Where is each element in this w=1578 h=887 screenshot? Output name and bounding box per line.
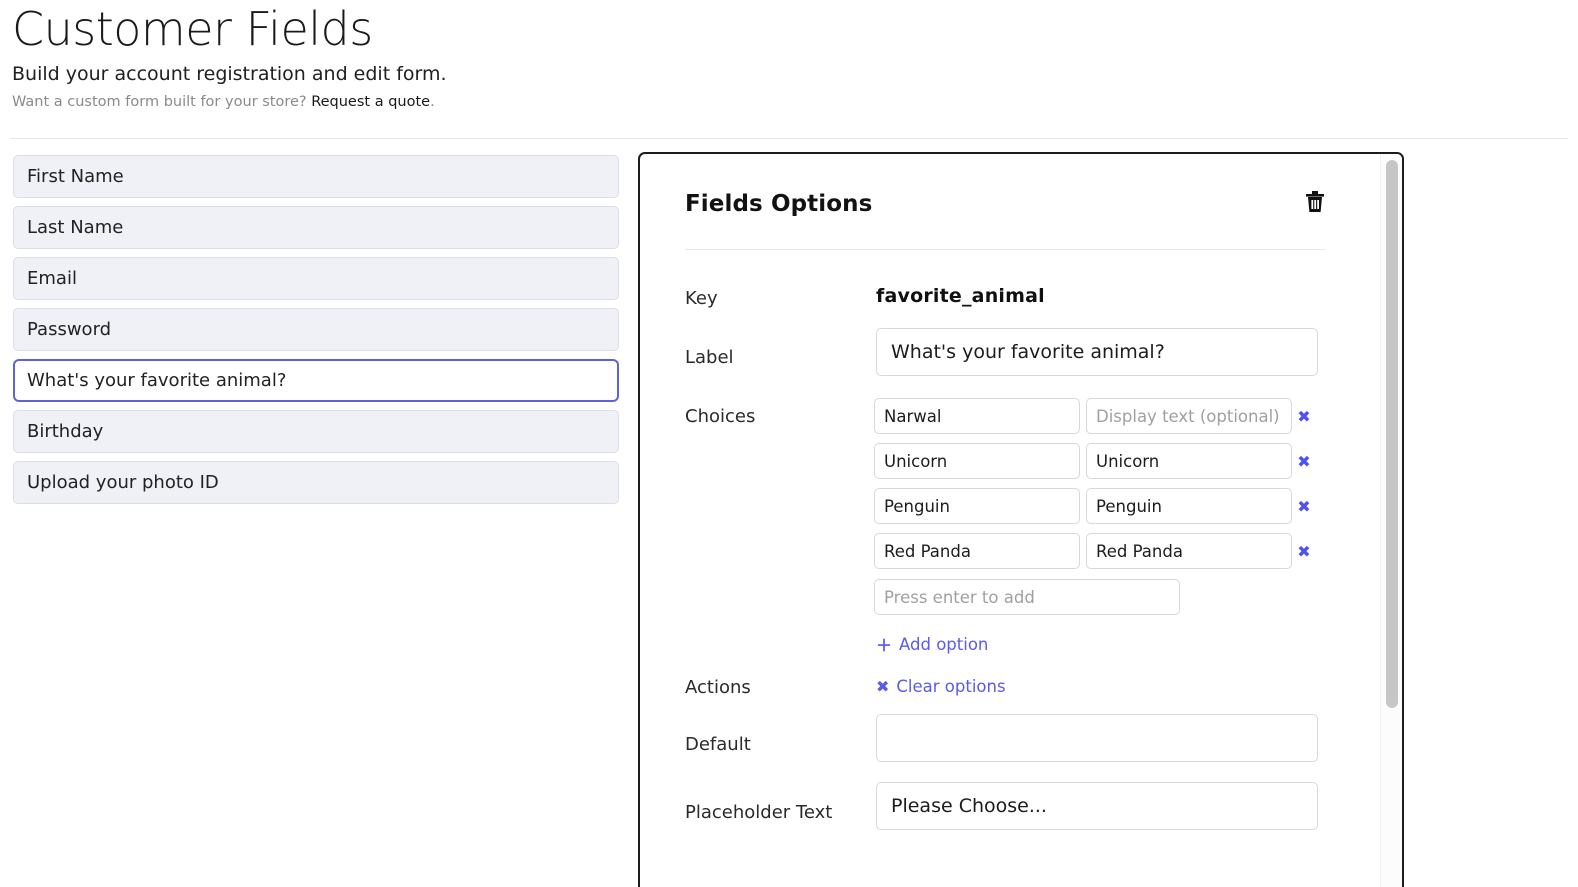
panel-scrollbar-thumb[interactable]	[1386, 160, 1398, 708]
remove-choice-button-1[interactable]: ✖	[1296, 398, 1312, 434]
panel-title: Fields Options	[685, 191, 872, 217]
fields-options-content: Fields Options Key favorite_animal	[640, 154, 1380, 887]
delete-field-button[interactable]	[1302, 190, 1328, 218]
choice-display-input-3[interactable]	[1086, 488, 1292, 524]
add-option-label: Add option	[899, 635, 988, 654]
page-note-suffix: .	[430, 94, 435, 110]
choice-value-input-1[interactable]	[874, 398, 1080, 434]
add-option-button[interactable]: ＋ Add option	[876, 632, 988, 656]
remove-choice-button-3[interactable]: ✖	[1296, 488, 1312, 524]
actions-row-label: Actions	[685, 676, 751, 700]
field-list-item-email[interactable]: Email	[13, 257, 619, 300]
field-list-item-photo-id[interactable]: Upload your photo ID	[13, 461, 619, 504]
new-choice-input[interactable]	[874, 579, 1180, 615]
choices-row-label: Choices	[685, 405, 755, 429]
field-list-item-password[interactable]: Password	[13, 308, 619, 351]
placeholder-row-label: Placeholder Text	[685, 801, 832, 825]
clear-options-button[interactable]: ✖ Clear options	[876, 677, 1006, 696]
choice-display-input-2[interactable]	[1086, 443, 1292, 479]
panel-scrollbar-track[interactable]	[1380, 154, 1402, 887]
remove-choice-button-2[interactable]: ✖	[1296, 443, 1312, 479]
field-list-item-first-name[interactable]: First Name	[13, 155, 619, 198]
default-row-label: Default	[685, 733, 751, 757]
choice-value-input-4[interactable]	[874, 533, 1080, 569]
page-header: Customer Fields Build your account regis…	[12, 0, 1568, 113]
field-list-item-favorite-animal[interactable]: What's your favorite animal?	[13, 359, 619, 402]
page-note-prefix: Want a custom form built for your store?	[12, 94, 311, 110]
choice-display-input-4[interactable]	[1086, 533, 1292, 569]
fields-options-panel: Fields Options Key favorite_animal	[638, 152, 1404, 887]
clear-options-label: Clear options	[896, 677, 1005, 696]
label-input[interactable]	[876, 328, 1318, 376]
placeholder-text-input[interactable]	[876, 782, 1318, 830]
field-list-item-birthday[interactable]: Birthday	[13, 410, 619, 453]
choice-display-input-1[interactable]	[1086, 398, 1292, 434]
trash-icon	[1304, 190, 1326, 218]
page-title: Customer Fields	[12, 0, 1568, 58]
remove-choice-button-4[interactable]: ✖	[1296, 533, 1312, 569]
key-value: favorite_animal	[876, 285, 1045, 307]
panel-header-divider	[685, 249, 1326, 250]
field-list-item-last-name[interactable]: Last Name	[13, 206, 619, 249]
choice-value-input-3[interactable]	[874, 488, 1080, 524]
header-divider	[10, 138, 1568, 139]
request-a-quote-link[interactable]: Request a quote	[311, 94, 430, 110]
x-icon: ✖	[876, 677, 889, 696]
default-input[interactable]	[876, 714, 1318, 762]
field-list: First Name Last Name Email Password What…	[13, 155, 619, 512]
page-subtitle: Build your account registration and edit…	[12, 60, 1568, 88]
label-row-label: Label	[685, 346, 734, 370]
key-row-label: Key	[685, 287, 718, 311]
choice-value-input-2[interactable]	[874, 443, 1080, 479]
customer-fields-page: Customer Fields Build your account regis…	[0, 0, 1578, 887]
page-note: Want a custom form built for your store?…	[12, 91, 1568, 113]
plus-icon: ＋	[876, 632, 892, 656]
